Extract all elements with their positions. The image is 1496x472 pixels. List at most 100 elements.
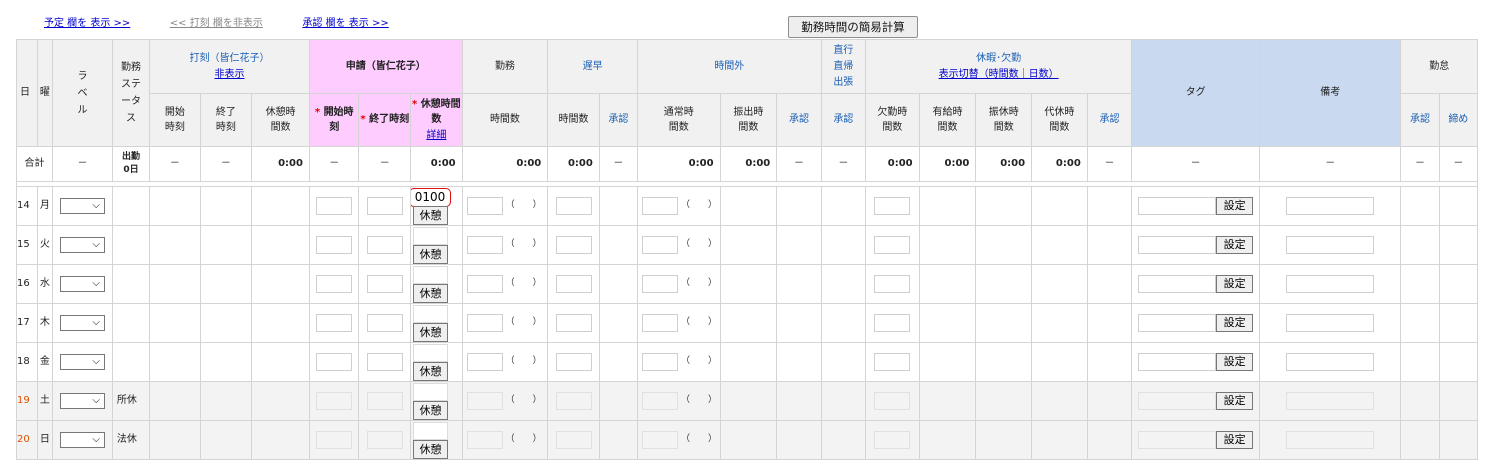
- tag-input[interactable]: [1138, 197, 1217, 215]
- work-status: [111, 342, 151, 382]
- req-end-input[interactable]: [366, 431, 403, 449]
- late-hours-input[interactable]: [555, 353, 592, 371]
- tag-set-button[interactable]: 設定: [1216, 197, 1254, 215]
- tag-input[interactable]: [1138, 431, 1217, 449]
- break-button[interactable]: 休憩: [413, 206, 449, 225]
- hide-stamp-link[interactable]: << 打刻 欄を非表示: [170, 18, 263, 29]
- ot-normal-input[interactable]: [642, 236, 678, 254]
- late-hours-input[interactable]: [555, 275, 592, 293]
- note-input[interactable]: [1286, 392, 1375, 410]
- ot-normal-input[interactable]: [642, 392, 678, 410]
- label-cell: ⌵: [52, 264, 113, 304]
- show-plan-link[interactable]: 予定 欄を 表示 >>: [44, 18, 130, 29]
- absence-input[interactable]: [874, 275, 911, 293]
- work-hours-cell: （）: [461, 225, 549, 265]
- req-start-input[interactable]: [316, 236, 353, 254]
- work-hours-input[interactable]: [466, 275, 503, 293]
- tag-input[interactable]: [1138, 392, 1217, 410]
- break-button[interactable]: 休憩: [413, 440, 449, 459]
- ot-normal-input[interactable]: [642, 197, 678, 215]
- req-end-input[interactable]: [366, 314, 403, 332]
- work-hours-input[interactable]: [466, 392, 503, 410]
- note-input[interactable]: [1286, 353, 1375, 371]
- break-hours-input[interactable]: [413, 422, 449, 440]
- absence-input[interactable]: [874, 197, 911, 215]
- note-input[interactable]: [1286, 197, 1375, 215]
- req-start-input[interactable]: [316, 431, 353, 449]
- tag-set-button[interactable]: 設定: [1216, 275, 1254, 293]
- total-stamp-end: －: [199, 146, 253, 182]
- tag-input[interactable]: [1138, 275, 1217, 293]
- stamp-start: [149, 420, 201, 460]
- break-button[interactable]: 休憩: [413, 284, 449, 303]
- note-input[interactable]: [1286, 275, 1375, 293]
- simple-calc-button[interactable]: 勤務時間の簡易計算: [788, 16, 918, 38]
- tag-set-button[interactable]: 設定: [1216, 314, 1254, 332]
- stamp-hide-link[interactable]: 非表示: [215, 69, 245, 80]
- total-late-approve: －: [598, 146, 639, 182]
- note-input[interactable]: [1286, 431, 1375, 449]
- req-end-input[interactable]: [366, 275, 403, 293]
- note-input[interactable]: [1286, 314, 1375, 332]
- break-hours-input[interactable]: [413, 305, 449, 323]
- work-hours-input[interactable]: [466, 431, 503, 449]
- ot-normal-input[interactable]: [642, 275, 678, 293]
- tag-set-button[interactable]: 設定: [1216, 431, 1254, 449]
- late-hours-input[interactable]: [555, 314, 592, 332]
- break-hours-input-highlighted[interactable]: 0100: [411, 188, 452, 207]
- break-hours-input[interactable]: [413, 383, 449, 401]
- work-hours-input[interactable]: [466, 236, 503, 254]
- ot-normal-input[interactable]: [642, 314, 678, 332]
- req-end-input[interactable]: [366, 197, 403, 215]
- tag-set-button[interactable]: 設定: [1216, 392, 1254, 410]
- leave-display-toggle-link[interactable]: 表示切替（時間数｜日数）: [939, 69, 1059, 80]
- req-start-input[interactable]: [316, 353, 353, 371]
- req-start-input[interactable]: [316, 392, 353, 410]
- ot-normal-input[interactable]: [642, 353, 678, 371]
- req-start-input[interactable]: [316, 275, 353, 293]
- tag-input[interactable]: [1138, 236, 1217, 254]
- day-row: 17 木 ⌵ 休憩 （） （） 設定: [16, 303, 1479, 343]
- break-hours-input[interactable]: [413, 344, 449, 362]
- ot-normal-input[interactable]: [642, 431, 678, 449]
- break-detail-link[interactable]: 詳細: [426, 130, 446, 141]
- tag-set-button[interactable]: 設定: [1216, 236, 1254, 254]
- break-button[interactable]: 休憩: [413, 323, 449, 342]
- absence-input[interactable]: [874, 431, 911, 449]
- work-hours-input[interactable]: [466, 197, 503, 215]
- absence-input[interactable]: [874, 236, 911, 254]
- absence-input[interactable]: [874, 392, 911, 410]
- tag-input[interactable]: [1138, 314, 1217, 332]
- absence-input[interactable]: [874, 353, 911, 371]
- late-hours-input[interactable]: [555, 392, 592, 410]
- break-button[interactable]: 休憩: [413, 245, 449, 264]
- ot-normal-cell: （）: [637, 264, 721, 304]
- label-select[interactable]: ⌵: [60, 314, 105, 331]
- label-select[interactable]: ⌵: [60, 197, 105, 214]
- req-end-input[interactable]: [366, 353, 403, 371]
- break-button[interactable]: 休憩: [413, 401, 449, 420]
- late-hours-input[interactable]: [555, 236, 592, 254]
- compensatory-hours-header: 代休時間数: [1031, 93, 1088, 147]
- break-button[interactable]: 休憩: [413, 362, 449, 381]
- tag-set-button[interactable]: 設定: [1216, 353, 1254, 371]
- late-hours-input[interactable]: [555, 197, 592, 215]
- req-end-input[interactable]: [366, 236, 403, 254]
- tag-input[interactable]: [1138, 353, 1217, 371]
- req-end-input[interactable]: [366, 392, 403, 410]
- label-select[interactable]: ⌵: [60, 353, 105, 370]
- break-hours-input[interactable]: [413, 266, 449, 284]
- label-select[interactable]: ⌵: [60, 275, 105, 292]
- label-select[interactable]: ⌵: [60, 431, 105, 448]
- break-hours-input[interactable]: [413, 227, 449, 245]
- note-input[interactable]: [1286, 236, 1375, 254]
- late-hours-input[interactable]: [555, 431, 592, 449]
- show-approval-link[interactable]: 承認 欄を 表示 >>: [302, 18, 388, 29]
- req-start-input[interactable]: [316, 314, 353, 332]
- work-hours-input[interactable]: [466, 353, 503, 371]
- label-select[interactable]: ⌵: [60, 392, 105, 409]
- label-select[interactable]: ⌵: [60, 236, 105, 253]
- work-hours-input[interactable]: [466, 314, 503, 332]
- absence-input[interactable]: [874, 314, 911, 332]
- req-start-input[interactable]: [316, 197, 353, 215]
